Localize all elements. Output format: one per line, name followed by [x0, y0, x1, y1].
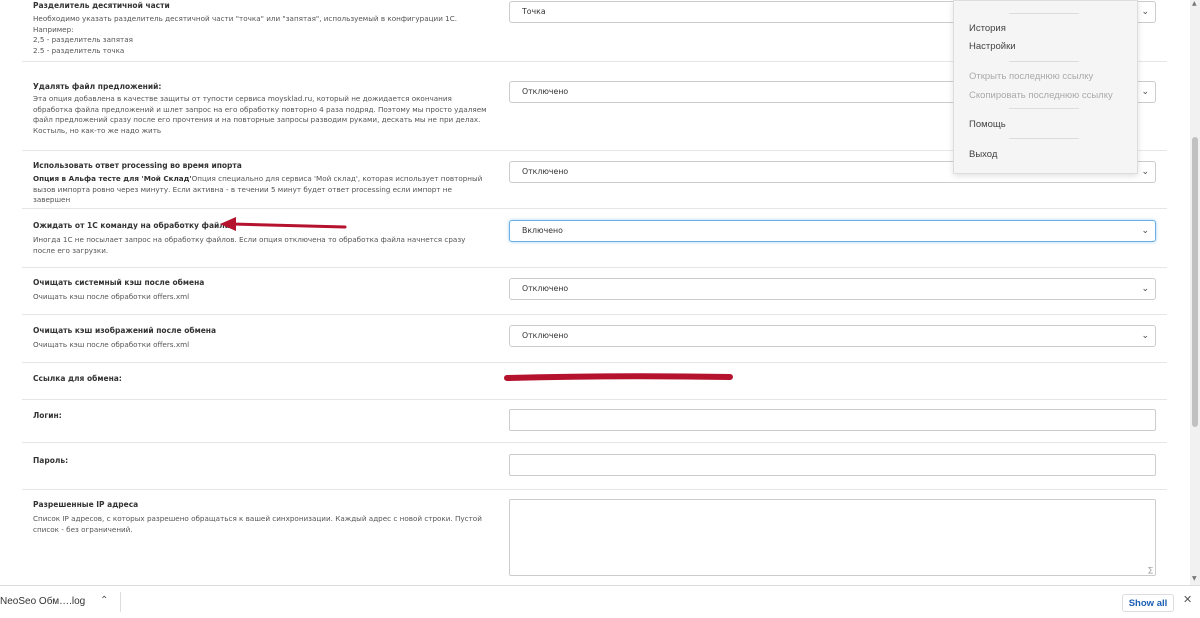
setting-description: Необходимо указать разделитель десятично… — [33, 14, 488, 56]
desc-bold: Опция в Альфа тесте для 'Мой Склад' — [33, 174, 192, 183]
setting-label: Очищать кэш изображений после обмена — [33, 326, 217, 335]
extension-dropdown-menu: История Настройки Открыть последнюю ссыл… — [953, 0, 1138, 174]
resize-grip-icon[interactable]: ∑ — [1148, 566, 1153, 574]
setting-row-allowed-ip: Разрешенные IP адреса Список IP адресов,… — [22, 490, 1167, 585]
menu-item-exit[interactable]: Выход — [969, 149, 997, 160]
menu-item-settings[interactable]: Настройки — [969, 41, 1016, 52]
desc-line: Необходимо указать разделитель десятично… — [33, 14, 458, 23]
setting-label: Очищать системный кэш после обмена — [33, 278, 205, 287]
setting-label: Использовать ответ processing во время и… — [33, 161, 242, 170]
select-value: Отключено — [522, 87, 569, 96]
page-scrollbar[interactable]: ▲ ▼ — [1190, 0, 1200, 585]
menu-separator — [1009, 138, 1079, 139]
select-value: Точка — [522, 7, 546, 16]
setting-description: Иногда 1С не посылает запрос на обработк… — [33, 235, 466, 255]
chevron-down-icon: ⌄ — [1141, 331, 1149, 341]
desc-line: Например: — [33, 24, 74, 34]
setting-row-password: Пароль: — [22, 443, 1167, 490]
setting-label: Разрешенные IP адреса — [33, 500, 139, 509]
setting-row-wait-command: Ожидать от 1С команду на обработку файла… — [22, 209, 1167, 268]
settings-page: Разделитель десятичной части Необходимо … — [0, 0, 1190, 585]
scroll-down-icon[interactable]: ▼ — [1192, 575, 1197, 582]
login-input[interactable] — [509, 409, 1156, 431]
download-file-name[interactable]: NeoSeo Обм….log — [0, 596, 85, 607]
chevron-down-icon: ⌄ — [1141, 7, 1149, 17]
close-icon[interactable]: ✕ — [1183, 593, 1192, 606]
menu-item-help[interactable]: Помощь — [969, 119, 1006, 130]
chevron-up-icon[interactable]: ⌃ — [100, 595, 108, 606]
setting-label: Ссылка для обмена: — [33, 374, 122, 383]
setting-description: Опция в Альфа тесте для 'Мой Склад'Опция… — [33, 174, 488, 206]
scrollbar-thumb[interactable] — [1192, 137, 1198, 427]
setting-label: Пароль: — [33, 456, 69, 465]
chevron-down-icon: ⌄ — [1141, 284, 1149, 294]
setting-description: Список IP адресов, с которых разрешено о… — [33, 514, 482, 534]
menu-separator — [1009, 108, 1079, 109]
desc-line: 2.5 - разделитель точка — [33, 45, 125, 55]
menu-item-open-last-link[interactable]: Открыть последнюю ссылку — [969, 71, 1093, 82]
wait-command-select[interactable]: Включено ⌄ — [509, 220, 1156, 242]
select-value: Отключено — [522, 284, 569, 293]
setting-row-login: Логин: — [22, 400, 1167, 443]
select-value: Отключено — [522, 167, 569, 176]
setting-label: Ожидать от 1С команду на обработку файла — [33, 221, 230, 230]
setting-row-exchange-link: Ссылка для обмена: — [22, 363, 1167, 400]
select-value: Отключено — [522, 331, 569, 340]
allowed-ip-textarea[interactable]: ∑ — [509, 499, 1156, 576]
chevron-down-icon: ⌄ — [1141, 87, 1149, 97]
scroll-up-icon[interactable]: ▲ — [1192, 0, 1197, 7]
chevron-down-icon: ⌄ — [1141, 167, 1149, 177]
show-all-button[interactable]: Show all — [1122, 594, 1174, 612]
setting-description: Очищать кэш после обработки offers.xml — [33, 340, 190, 349]
chevron-down-icon: ⌄ — [1141, 226, 1149, 236]
desc-line: 2,5 - разделитель запятая — [33, 35, 133, 44]
download-bar: NeoSeo Обм….log ⌃ Show all ✕ — [0, 585, 1200, 618]
menu-separator — [1009, 13, 1079, 14]
setting-description: Эта опция добавлена в качестве защиты от… — [33, 94, 487, 135]
setting-label: Удалять файл предложений: — [33, 82, 162, 91]
setting-row-clear-cache: Очищать системный кэш после обмена Очища… — [22, 268, 1167, 315]
setting-row-clear-images: Очищать кэш изображений после обмена Очи… — [22, 315, 1167, 363]
clear-cache-select[interactable]: Отключено ⌄ — [509, 278, 1156, 300]
menu-item-copy-last-link[interactable]: Скопировать последнюю ссылку — [969, 90, 1113, 101]
select-value: Включено — [522, 226, 563, 235]
menu-item-history[interactable]: История — [969, 23, 1006, 34]
menu-separator — [1009, 61, 1079, 62]
password-input[interactable] — [509, 454, 1156, 476]
setting-label: Разделитель десятичной части — [33, 1, 170, 10]
setting-description: Очищать кэш после обработки offers.xml — [33, 292, 190, 301]
setting-label: Логин: — [33, 411, 62, 420]
clear-images-select[interactable]: Отключено ⌄ — [509, 325, 1156, 347]
download-separator — [120, 592, 121, 612]
